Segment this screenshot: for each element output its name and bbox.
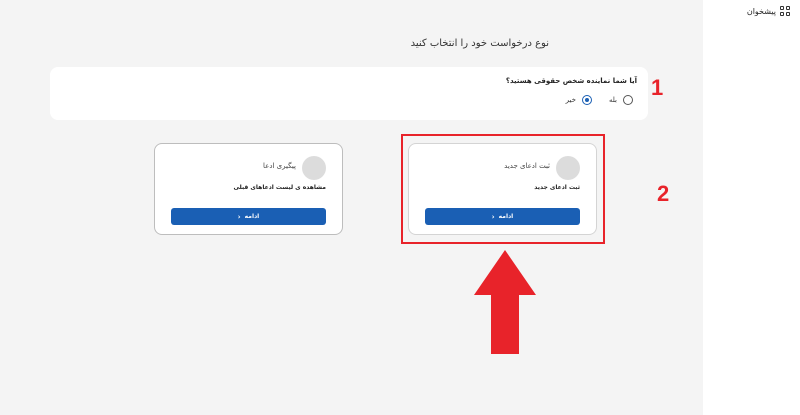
- main-content: نوع درخواست خود را انتخاب کنید آیا شما ن…: [0, 0, 703, 415]
- annotation-highlight-box: [401, 134, 605, 244]
- continue-button-label: ادامه: [244, 213, 260, 220]
- sidebar-item-dashboard[interactable]: پیشخوان: [747, 6, 790, 16]
- sidebar: پیشخوان: [703, 0, 800, 415]
- question-text: آیا شما نماینده شخص حقوقی هستید؟: [505, 77, 637, 85]
- page-title: نوع درخواست خود را انتخاب کنید: [410, 38, 549, 49]
- radio-checked-icon[interactable]: [581, 95, 592, 105]
- legal-representative-question: آیا شما نماینده شخص حقوقی هستید؟ بله خیر: [50, 67, 648, 120]
- radio-label-no: خیر: [565, 96, 576, 104]
- card-title: پیگیری ادعا: [263, 162, 296, 170]
- continue-button-track-claim[interactable]: ادامه ‹: [171, 208, 326, 225]
- annotation-step-1: 1: [651, 75, 664, 100]
- sidebar-item-label: پیشخوان: [746, 6, 776, 16]
- radio-group: بله خیر: [566, 95, 633, 105]
- chevron-left-icon: ‹: [237, 212, 241, 221]
- radio-label-yes: بله: [608, 96, 617, 104]
- card-avatar-icon: [302, 156, 326, 180]
- annotation-step-2: 2: [657, 181, 670, 206]
- dashboard-grid-icon: [780, 6, 790, 16]
- radio-option-yes[interactable]: بله: [609, 95, 633, 105]
- radio-circle-icon[interactable]: [623, 95, 633, 105]
- annotation-arrow-up-icon: [474, 250, 536, 354]
- card-description: مشاهده ی لیست ادعاهای قبلی: [233, 184, 326, 191]
- card-track-claim: پیگیری ادعا مشاهده ی لیست ادعاهای قبلی ا…: [154, 143, 343, 235]
- radio-option-no[interactable]: خیر: [566, 95, 592, 105]
